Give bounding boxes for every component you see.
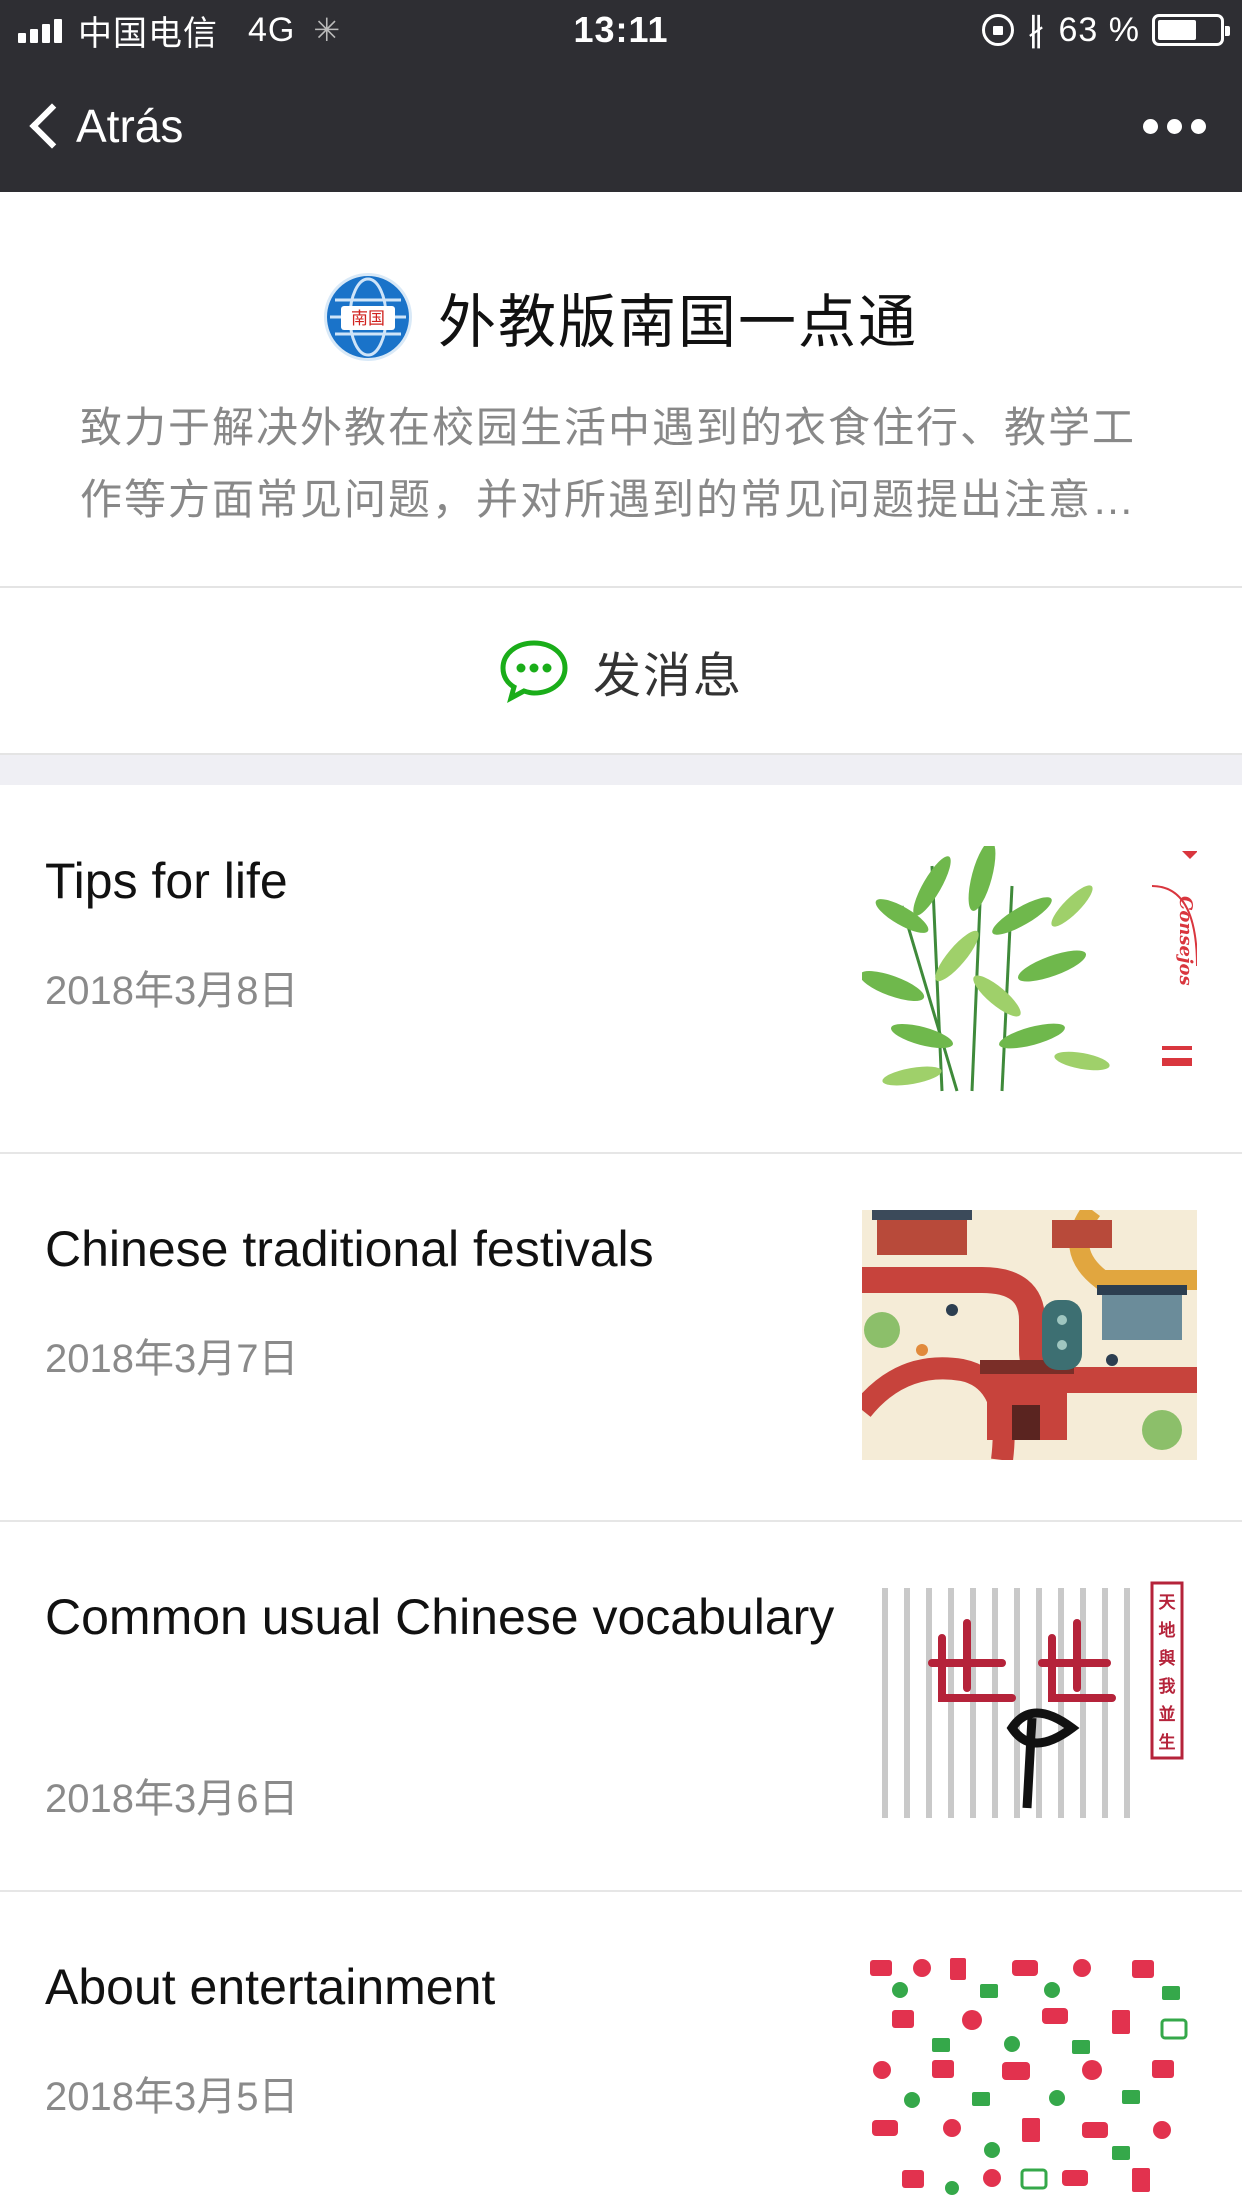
article-date: 2018年3月8日 — [45, 969, 299, 1013]
article-thumbnail-bamboo: Consejos — [862, 846, 1197, 1096]
article-title: Chinese traditional festivals — [45, 1221, 654, 1277]
article-date: 2018年3月5日 — [45, 2075, 299, 2119]
article-item[interactable]: Tips for life 2018年3月8日 Consejos — [0, 786, 1242, 1154]
logo-text: 南国 — [351, 309, 385, 329]
battery-icon — [1152, 14, 1230, 46]
globe-logo-icon: 南国 — [327, 277, 408, 357]
send-message-button[interactable]: 发消息 — [0, 588, 1242, 753]
status-bar: 中国电信 4G ✳ 13:11 ∦ 63 % — [0, 0, 1242, 60]
back-button[interactable]: Atrás — [26, 60, 183, 192]
article-item[interactable]: Common usual Chinese vocabulary 2018年3月6… — [0, 1522, 1242, 1892]
article-title: Tips for life — [45, 853, 288, 909]
send-message-label: 发消息 — [592, 649, 743, 703]
article-thumbnail-calligraphy: 天 地 與 我 並 生 — [862, 1578, 1197, 1828]
article-date: 2018年3月6日 — [45, 1777, 299, 1821]
article-thumbnail-entertainment — [862, 1950, 1197, 2200]
thumbnail-caption-2: 地 — [1159, 1620, 1176, 1641]
chevron-left-icon — [29, 103, 75, 149]
nav-bar: Atrás — [0, 60, 1242, 192]
status-right: ∦ 63 % — [981, 0, 1230, 60]
article-item[interactable]: About entertainment 2018年3月5日 — [0, 1892, 1242, 2208]
more-dot-icon — [1167, 118, 1182, 134]
article-title: About entertainment — [45, 1959, 496, 2015]
more-options-button[interactable] — [1134, 60, 1206, 192]
thumbnail-caption-5: 並 — [1159, 1704, 1176, 1725]
more-dot-icon — [1191, 118, 1206, 134]
account-header: 南国 外教版南国一点通 致力于解决外教在校园生活中遇到的衣食住行、教学工作等方面… — [0, 192, 1242, 586]
thumbnail-caption: Consejos — [1175, 896, 1196, 986]
orientation-lock-icon — [981, 14, 1014, 46]
account-logo: 南国 — [323, 273, 412, 361]
more-dot-icon — [1143, 118, 1158, 134]
bluetooth-icon: ∦ — [1027, 11, 1045, 49]
article-item[interactable]: Chinese traditional festivals 2018年3月7日 — [0, 1154, 1242, 1522]
account-name: 外教版南国一点通 — [437, 290, 918, 355]
thumbnail-caption-4: 我 — [1159, 1677, 1176, 1697]
battery-percent: 63 % — [1058, 10, 1140, 49]
account-description: 致力于解决外教在校园生活中遇到的衣食住行、教学工作等方面常见问题，并对所遇到的常… — [80, 404, 1137, 523]
thumbnail-caption-1: 天 — [1159, 1593, 1177, 1613]
back-label: Atrás — [76, 100, 184, 152]
section-separator — [0, 753, 1242, 785]
article-title: Common usual Chinese vocabulary — [45, 1589, 835, 1645]
battery-level — [1158, 20, 1196, 40]
article-date: 2018年3月7日 — [45, 1337, 299, 1381]
chat-bubble-icon — [500, 639, 568, 703]
article-thumbnail-festival — [862, 1210, 1197, 1460]
thumbnail-caption-3: 與 — [1159, 1648, 1176, 1669]
account-title-row: 南国 外教版南国一点通 — [0, 270, 1242, 364]
thumbnail-caption-6: 生 — [1159, 1732, 1176, 1753]
